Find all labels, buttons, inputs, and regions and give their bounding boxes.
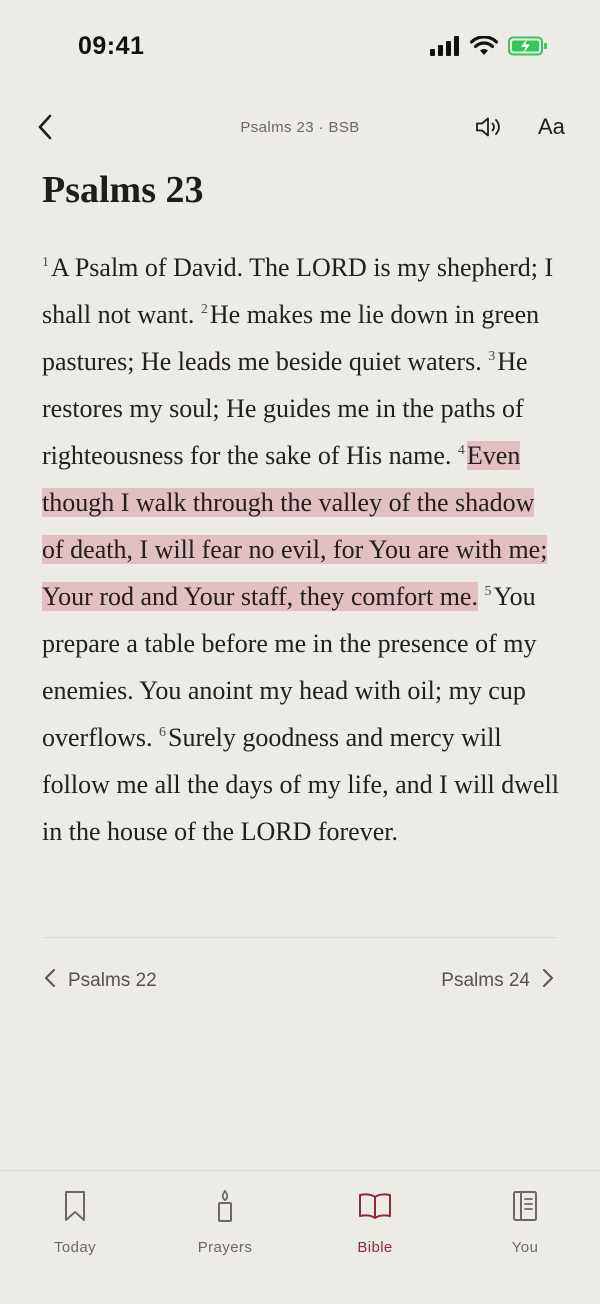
audio-button[interactable] [472, 112, 506, 146]
tab-label: You [511, 1239, 539, 1256]
speaker-icon [474, 115, 504, 144]
next-chapter-button[interactable]: Psalms 24 [441, 968, 554, 993]
nav-bar: Psalms 23 · BSB Aa [0, 100, 600, 156]
status-time: 09:41 [78, 32, 145, 60]
chapter-nav: Psalms 22 Psalms 24 [0, 968, 600, 1008]
status-bar: 09:41 [0, 0, 600, 96]
scripture-text: 1A Psalm of David. The LORD is my shephe… [42, 244, 562, 855]
journal-icon [470, 1187, 580, 1225]
tab-bar: Today Prayers Bible You [0, 1170, 600, 1304]
chevron-left-icon [44, 968, 56, 993]
cellular-signal-icon [430, 36, 460, 56]
divider [42, 937, 558, 938]
tab-you[interactable]: You [470, 1187, 580, 1256]
nav-title: Psalms 23 · BSB [240, 119, 360, 136]
verse-number: 3 [488, 349, 496, 365]
chevron-right-icon [542, 968, 554, 993]
font-settings-button[interactable]: Aa [538, 114, 565, 140]
tab-prayers[interactable]: Prayers [170, 1187, 280, 1256]
tab-label: Prayers [197, 1239, 253, 1256]
prev-chapter-button[interactable]: Psalms 22 [44, 968, 157, 993]
battery-charging-icon [508, 36, 548, 56]
tab-today[interactable]: Today [20, 1187, 130, 1256]
open-book-icon [320, 1187, 430, 1225]
verse-number: 5 [484, 584, 492, 600]
verse-number: 1 [42, 255, 49, 271]
chapter-title: Psalms 23 [42, 169, 204, 211]
next-chapter-label: Psalms 24 [441, 969, 530, 991]
candle-icon [170, 1187, 280, 1225]
tab-bible[interactable]: Bible [320, 1187, 430, 1256]
wifi-icon [470, 36, 498, 56]
verse-number: 6 [158, 725, 166, 741]
status-icons [430, 36, 548, 56]
verse-number: 2 [200, 302, 208, 318]
tab-label: Today [53, 1239, 97, 1256]
tab-label: Bible [357, 1239, 393, 1256]
bookmark-icon [20, 1187, 130, 1225]
verse-number: 4 [457, 443, 465, 459]
prev-chapter-label: Psalms 22 [68, 969, 157, 991]
